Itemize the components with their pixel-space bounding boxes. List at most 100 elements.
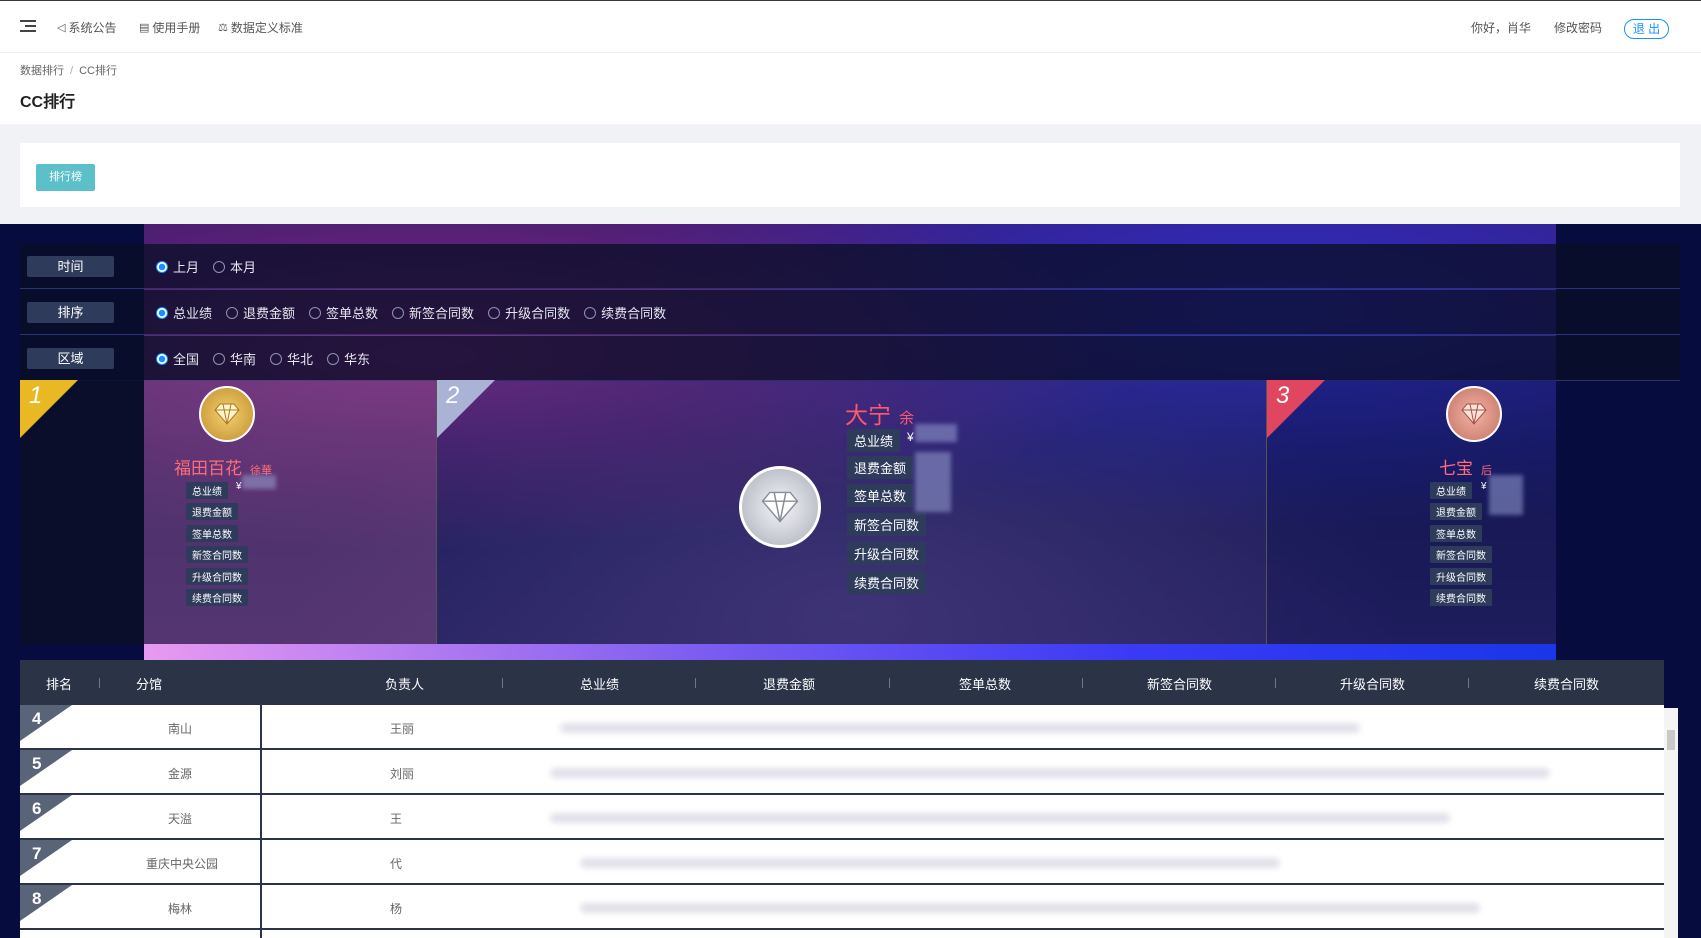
stat-label: 新签合同数 bbox=[1430, 546, 1492, 563]
data-standard-link[interactable]: ⚖ 数据定义标准 bbox=[218, 19, 303, 36]
change-password-link[interactable]: 修改密码 bbox=[1554, 19, 1602, 36]
radio-icon[interactable] bbox=[213, 352, 226, 365]
radio-option[interactable]: 上月 bbox=[156, 257, 199, 276]
redacted-values bbox=[580, 858, 1280, 868]
radio-option[interactable]: 华东 bbox=[327, 349, 370, 368]
row-rank: 5 bbox=[32, 754, 42, 773]
ranking-table: 排名 分馆 负责人 总业绩 退费金额 签单总数 新签合同数 升级合同数 续费合同… bbox=[20, 660, 1664, 938]
table-row[interactable]: 7 重庆中央公园 代 bbox=[20, 840, 1664, 885]
column-header-renew: 续费合同数 bbox=[1534, 677, 1600, 692]
radio-option[interactable]: 总业绩 bbox=[156, 303, 212, 322]
radio-option[interactable]: 续费合同数 bbox=[584, 303, 666, 322]
redacted-value bbox=[1489, 475, 1523, 515]
rank-number: 1 bbox=[29, 382, 43, 409]
filter-row-sort: 排序 总业绩 退费金额 签单总数 新签合同数 升级合同数 续费合同数 bbox=[20, 290, 1680, 335]
redacted-value bbox=[915, 452, 951, 512]
radio-option[interactable]: 签单总数 bbox=[309, 303, 378, 322]
stat-label: 升级合同数 bbox=[186, 568, 248, 585]
filter-label: 时间 bbox=[27, 256, 114, 277]
row-rank: 8 bbox=[32, 889, 42, 908]
tab-card bbox=[20, 143, 1680, 207]
redacted-value bbox=[242, 475, 276, 489]
radio-option[interactable]: 全国 bbox=[156, 349, 199, 368]
radio-option[interactable]: 升级合同数 bbox=[488, 303, 570, 322]
radio-option[interactable]: 新签合同数 bbox=[392, 303, 474, 322]
redacted-values bbox=[580, 903, 1480, 913]
currency-symbol: ¥ bbox=[907, 430, 914, 444]
rank-ribbon bbox=[20, 885, 72, 921]
stat-label: 退费金额 bbox=[847, 456, 914, 479]
redacted-values bbox=[560, 723, 1360, 733]
radio-option[interactable]: 华南 bbox=[213, 349, 256, 368]
speaker-icon: ◁ bbox=[57, 22, 66, 34]
radio-icon[interactable] bbox=[488, 306, 501, 319]
announcement-link[interactable]: ◁ 系统公告 bbox=[57, 19, 116, 36]
table-row[interactable]: 4 南山 王丽 bbox=[20, 705, 1664, 750]
row-rank: 4 bbox=[32, 709, 42, 728]
header-divider bbox=[1082, 678, 1083, 688]
radio-checked-icon[interactable] bbox=[156, 260, 168, 273]
header-divider bbox=[1275, 678, 1276, 688]
scale-icon: ⚖ bbox=[218, 22, 228, 34]
column-header-new: 新签合同数 bbox=[1147, 677, 1213, 692]
redacted-value bbox=[915, 424, 957, 442]
column-header-refund: 退费金额 bbox=[763, 677, 816, 692]
radio-icon[interactable] bbox=[270, 352, 283, 365]
document-icon: ▤ bbox=[139, 22, 150, 34]
row-owner: 杨 bbox=[390, 902, 403, 916]
manual-link[interactable]: ▤ 使用手册 bbox=[139, 19, 200, 36]
row-rank: 6 bbox=[32, 799, 42, 818]
row-branch: 梅林 bbox=[168, 902, 193, 916]
row-owner: 代 bbox=[390, 857, 403, 871]
silver-diamond-medal-icon bbox=[739, 466, 821, 548]
column-divider bbox=[260, 660, 262, 938]
table-row[interactable]: 6 天溢 王 bbox=[20, 795, 1664, 840]
filter-label: 区域 bbox=[27, 348, 114, 369]
breadcrumb-parent[interactable]: 数据排行 bbox=[20, 65, 64, 77]
stat-label: 总业绩 bbox=[847, 429, 901, 452]
podium-name: 七宝后 bbox=[1439, 459, 1492, 478]
radio-icon[interactable] bbox=[213, 260, 226, 273]
user-greeting: 你好，肖华 bbox=[1471, 21, 1532, 35]
radio-icon[interactable] bbox=[327, 352, 340, 365]
podium-name: 大宁余 bbox=[845, 402, 915, 428]
radio-icon[interactable] bbox=[584, 306, 597, 319]
radio-icon[interactable] bbox=[392, 306, 405, 319]
radio-checked-icon[interactable] bbox=[156, 306, 168, 319]
podium-second: 2 大宁余 总业绩 退费金额 签单总数 新签合同数 升级合同数 续费合同数 ¥ bbox=[436, 380, 1266, 644]
redacted-values bbox=[550, 813, 1450, 823]
breadcrumb: 数据排行 / CC排行 bbox=[20, 65, 117, 77]
logout-button[interactable]: 退 出 bbox=[1624, 19, 1669, 39]
column-header-owner: 负责人 bbox=[385, 677, 425, 692]
radio-checked-icon[interactable] bbox=[156, 352, 168, 365]
radio-option[interactable]: 本月 bbox=[213, 257, 256, 276]
row-owner: 王 bbox=[390, 812, 403, 826]
row-branch: 南山 bbox=[168, 722, 193, 736]
rank-ribbon bbox=[20, 840, 72, 876]
radio-option[interactable]: 华北 bbox=[270, 349, 313, 368]
stat-label: 签单总数 bbox=[1430, 525, 1482, 542]
table-scrollbar[interactable] bbox=[1664, 708, 1678, 938]
bronze-diamond-medal-icon bbox=[1446, 386, 1502, 442]
filter-label: 排序 bbox=[27, 302, 114, 323]
ranking-tab-button[interactable]: 排行榜 bbox=[36, 164, 95, 191]
row-branch: 天溢 bbox=[168, 812, 193, 826]
filter-row-time: 时间 上月 本月 bbox=[20, 244, 1680, 289]
row-rank: 7 bbox=[32, 844, 42, 863]
stat-label: 退费金额 bbox=[186, 503, 238, 520]
stat-label: 续费合同数 bbox=[847, 571, 927, 594]
currency-symbol: ¥ bbox=[1481, 481, 1487, 492]
radio-icon[interactable] bbox=[309, 306, 322, 319]
top-navbar: ◁ 系统公告 ▤ 使用手册 ⚖ 数据定义标准 你好，肖华 修改密码 退 出 bbox=[0, 0, 1701, 53]
scrollbar-thumb[interactable] bbox=[1667, 730, 1675, 750]
rank-ribbon bbox=[20, 795, 72, 831]
table-header: 排名 分馆 负责人 总业绩 退费金额 签单总数 新签合同数 升级合同数 续费合同… bbox=[20, 660, 1664, 705]
podium-third: 3 七宝后 总业绩 退费金额 签单总数 新签合同数 升级合同数 续费合同数 ¥ bbox=[1266, 380, 1556, 644]
radio-option[interactable]: 退费金额 bbox=[226, 303, 295, 322]
row-owner: 刘丽 bbox=[390, 767, 415, 781]
podium-first: 1 福田百花 徐華 总业绩 退费金额 签单总数 新签合同数 升级合同数 续费合同数… bbox=[20, 380, 436, 644]
menu-collapse-icon[interactable] bbox=[20, 20, 36, 34]
radio-icon[interactable] bbox=[226, 306, 239, 319]
table-row[interactable]: 8 梅林 杨 bbox=[20, 885, 1664, 930]
table-row[interactable]: 5 金源 刘丽 bbox=[20, 750, 1664, 795]
